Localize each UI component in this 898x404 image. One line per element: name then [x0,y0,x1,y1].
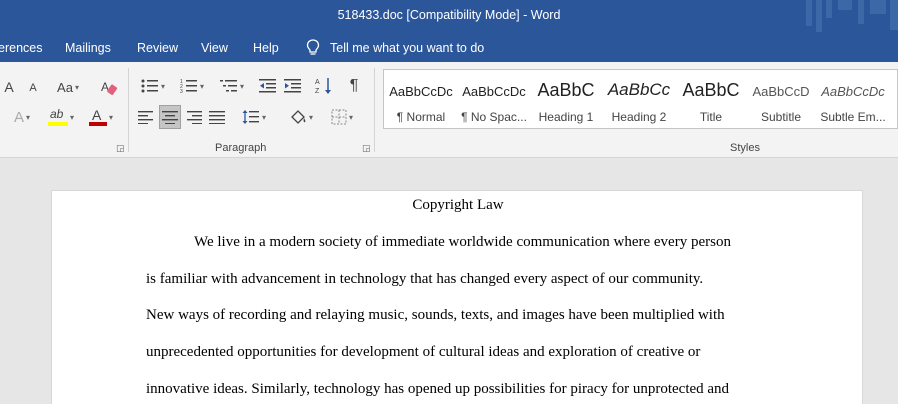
title-bar: 518433.doc [Compatibility Mode] - Word [0,0,898,34]
ribbon-panel: A A Aa ▾ A A ▾ ab ▾ A ▾ ◲ ▾ 1 2 3 ▾ ▾ AZ ¶ [0,62,898,158]
decrease-indent-button[interactable] [258,76,278,96]
sort-button[interactable]: AZ [314,75,334,97]
align-center-icon [162,111,178,124]
bullets-button[interactable]: ▾ [137,76,169,96]
change-case-button[interactable]: Aa ▾ [54,78,82,96]
paragraph-line: unprecedented opportunities for developm… [146,344,701,360]
svg-text:3: 3 [180,89,183,94]
numbering-button[interactable]: 1 2 3 ▾ [176,76,208,96]
text-effects-button[interactable]: A ▾ [4,107,40,127]
numbering-icon: 123 [180,79,197,94]
document-page[interactable]: Copyright Law We live in a modern societ… [51,190,863,404]
document-canvas: Copyright Law We live in a modern societ… [0,158,898,404]
tell-me-search[interactable]: Tell me what you want to do [306,39,484,57]
paragraph-line: New ways of recording and relaying music… [146,307,725,323]
style-no-spacing[interactable]: AaBbCcDc ¶ No Spac... [458,70,530,130]
paragraph-line: innovative ideas. Similarly, technology … [146,381,730,397]
style-heading-2[interactable]: AaBbCc Heading 2 [602,70,676,130]
title-bar-pattern-decoration [806,0,898,32]
align-right-button[interactable] [185,106,203,128]
font-dialog-launcher-icon[interactable]: ◲ [116,143,125,154]
clear-formatting-icon[interactable]: A [100,77,118,97]
align-center-button[interactable] [159,105,181,129]
multilevel-list-button[interactable]: ▾ [216,76,248,96]
font-color-button[interactable]: A ▾ [84,106,118,128]
increase-indent-button[interactable] [283,76,303,96]
align-right-icon [187,111,202,124]
multilevel-list-icon [219,80,237,92]
style-subtitle[interactable]: AaBbCcD Subtitle [746,70,816,130]
borders-button[interactable]: ▾ [324,106,360,128]
align-left-icon [138,111,153,124]
paragraph-group-label: Paragraph [215,142,267,154]
tab-references[interactable]: erences [0,41,42,55]
line-spacing-icon [242,110,259,124]
show-formatting-marks-button[interactable]: ¶ [344,76,364,96]
sort-icon: AZ [315,78,331,95]
svg-text:Z: Z [315,88,320,95]
paint-bucket-icon [291,110,306,124]
borders-icon [331,109,347,125]
shading-button[interactable]: ▾ [284,106,318,128]
ribbon-tab-row: erences Mailings Review View Help Tell m… [0,34,898,62]
style-subtle-emphasis[interactable]: AaBbCcDc Subtle Em... [816,70,890,130]
bullets-icon [141,79,158,93]
svg-text:A: A [315,79,320,86]
styles-group-label: Styles [730,142,760,154]
align-left-button[interactable] [137,106,155,128]
grow-font-button[interactable]: A [2,78,16,96]
group-separator [374,68,375,152]
tab-help[interactable]: Help [253,41,279,55]
pilcrow-icon: ¶ [349,77,359,94]
highlight-color-button[interactable]: ab ▾ [44,106,78,128]
style-normal[interactable]: AaBbCcDc ¶ Normal [384,70,458,130]
window-title: 518433.doc [Compatibility Mode] - Word [337,8,561,22]
paragraph-line: We live in a modern society of immediate… [194,234,731,250]
group-separator [128,68,129,152]
tab-view[interactable]: View [201,41,228,55]
justify-button[interactable] [208,106,226,128]
justify-icon [209,111,225,124]
document-title: Copyright Law [412,197,504,213]
tell-me-text: Tell me what you want to do [330,41,485,55]
lightbulb-icon [306,39,320,55]
style-heading-1[interactable]: AaBbC Heading 1 [530,70,602,130]
paragraph-line: is familiar with advancement in technolo… [146,271,704,287]
line-spacing-button[interactable]: ▾ [238,106,270,128]
decrease-indent-icon [259,79,276,93]
shrink-font-button[interactable]: A [26,80,40,96]
style-title[interactable]: AaBbC Title [676,70,746,130]
styles-gallery: AaBbCcDc ¶ Normal AaBbCcDc ¶ No Spac... … [383,69,898,129]
paragraph-dialog-launcher-icon[interactable]: ◲ [362,143,371,154]
tab-mailings[interactable]: Mailings [65,41,111,55]
tab-review[interactable]: Review [137,41,178,55]
increase-indent-icon [284,79,301,93]
